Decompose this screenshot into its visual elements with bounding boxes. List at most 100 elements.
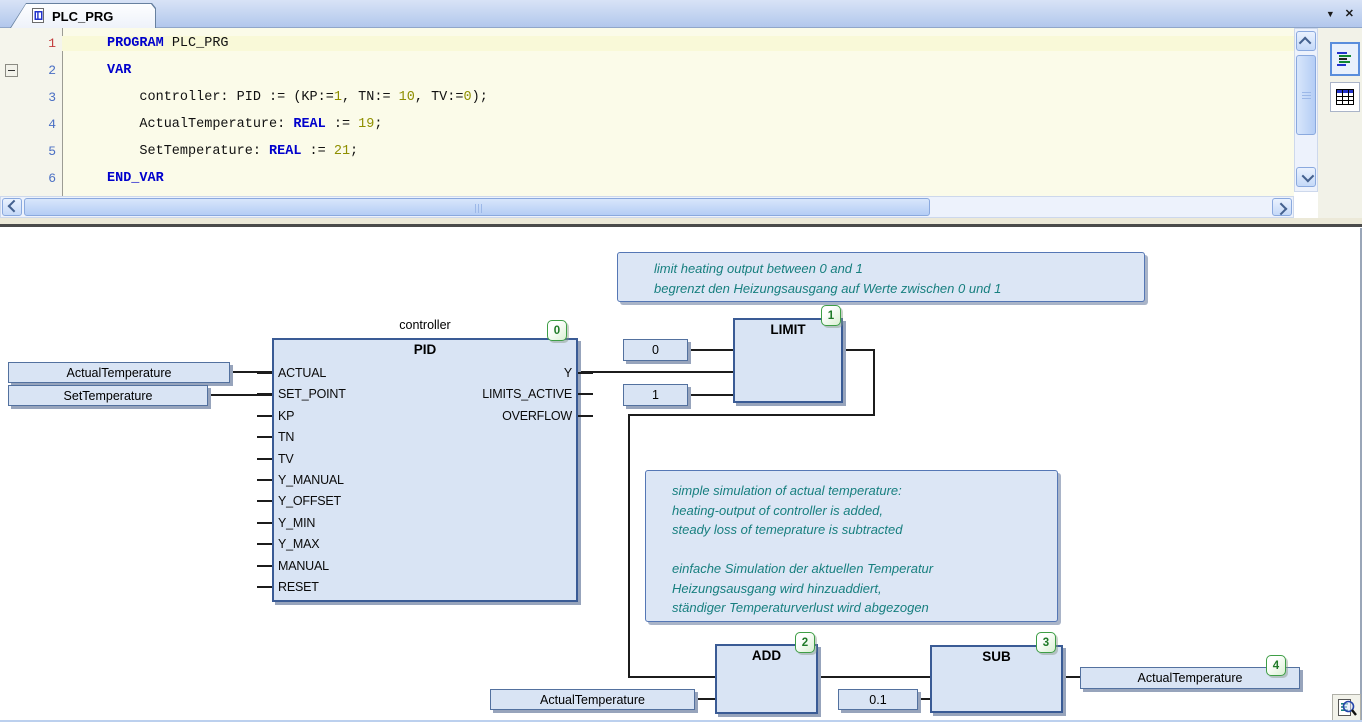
vertical-scrollbar[interactable] [1294, 28, 1318, 192]
const-box-0-1[interactable]: 0.1 [838, 689, 918, 710]
pid-pin-row: Y_MAX [274, 534, 576, 555]
exec-order-badge-2[interactable]: 2 [795, 632, 815, 653]
line-number[interactable]: 6 [22, 171, 62, 186]
wire-y-to-limit [578, 371, 733, 373]
collapse-minus-icon[interactable] [5, 64, 18, 77]
input-box-set-temperature[interactable]: SetTemperature [8, 385, 208, 406]
code-token: PLC_PRG [164, 36, 229, 51]
code-token: := [301, 144, 333, 159]
exec-order-badge-3[interactable]: 3 [1036, 632, 1056, 653]
tab-list-dropdown-icon[interactable]: ▼ [1326, 10, 1335, 19]
line-number[interactable]: 2 [22, 63, 62, 78]
const-box-1[interactable]: 1 [623, 384, 688, 406]
wire-const1-to-limit [688, 394, 733, 396]
pid-block[interactable]: PID ACTUALYSET_POINTLIMITS_ACTIVEKPOVERF… [272, 338, 578, 602]
output-pin-tick [578, 415, 593, 417]
pid-pins: ACTUALYSET_POINTLIMITS_ACTIVEKPOVERFLOWT… [274, 362, 576, 598]
pid-input-pin-label: RESET [278, 580, 319, 594]
pid-pin-row: ACTUALY [274, 362, 576, 383]
exec-order-badge-4[interactable]: 4 [1266, 655, 1286, 676]
const-box-0[interactable]: 0 [623, 339, 688, 361]
tab-plc-prg[interactable]: PLC_PRG [10, 3, 156, 28]
code-line-1[interactable]: 1PROGRAM PLC_PRG [0, 30, 1294, 57]
comment-line: simple simulation of actual temperature: [672, 481, 1049, 501]
comment-line: heating-output of controller is added, [672, 501, 1049, 521]
input-pin-tick [257, 522, 272, 524]
code-line-5[interactable]: 5 SetTemperature: REAL := 21; [0, 138, 1294, 165]
code-line-6[interactable]: 6 END_VAR [0, 165, 1294, 192]
code-token: controller: PID := (KP:= [107, 90, 334, 105]
input-pin-tick [257, 393, 272, 395]
input-box-actual-temperature[interactable]: ActualTemperature [8, 362, 230, 383]
scroll-left-button[interactable] [2, 198, 22, 216]
wire-feedback-v [628, 414, 630, 678]
chevron-up-icon [1298, 36, 1311, 49]
input-pin-tick [257, 415, 272, 417]
code-text[interactable]: controller: PID := (KP:=1, TN:= 10, TV:=… [62, 90, 1294, 105]
declaration-editor[interactable]: 1PROGRAM PLC_PRG2VAR3 controller: PID :=… [0, 28, 1294, 196]
line-number[interactable]: 3 [22, 90, 62, 105]
comment-simulation[interactable]: simple simulation of actual temperature:… [645, 470, 1058, 622]
input-pin-tick [257, 436, 272, 438]
code-text[interactable]: ActualTemperature: REAL := 19; [62, 117, 1294, 132]
code-token: SetTemperature: [107, 144, 269, 159]
textual-view-button[interactable] [1330, 42, 1360, 76]
sub-block[interactable]: SUB [930, 645, 1063, 713]
wire-const0-to-limit [688, 349, 733, 351]
pane-splitter[interactable] [0, 224, 1362, 227]
chevron-down-icon [1301, 169, 1314, 182]
input-pin-tick [257, 500, 272, 502]
code-line-4[interactable]: 4 ActualTemperature: REAL := 19; [0, 111, 1294, 138]
exec-order-badge-1[interactable]: 1 [821, 305, 841, 326]
comment-line [672, 540, 1049, 560]
comment-line: limit heating output between 0 and 1 [654, 259, 1136, 279]
code-token: 10 [399, 90, 415, 105]
horizontal-scrollbar[interactable] [0, 196, 1294, 218]
tab-bar: PLC_PRG ▼ ✕ [0, 0, 1362, 28]
tabular-view-button[interactable] [1330, 82, 1360, 112]
line-number[interactable]: 4 [22, 117, 62, 132]
input-box-actual-temperature-2[interactable]: ActualTemperature [490, 689, 695, 710]
code-token: := [326, 117, 358, 132]
code-line-3[interactable]: 3 controller: PID := (KP:=1, TN:= 10, TV… [0, 84, 1294, 111]
line-number[interactable]: 5 [22, 144, 62, 159]
comment-line: ständiger Temperaturverlust wird abgezog… [672, 598, 1049, 618]
input-pin-tick [257, 586, 272, 588]
add-block[interactable]: ADD [715, 644, 818, 714]
limit-block[interactable]: LIMIT [733, 318, 843, 403]
scroll-down-button[interactable] [1296, 167, 1316, 187]
code-token: END_VAR [107, 171, 164, 186]
pid-pin-row: Y_OFFSET [274, 491, 576, 512]
code-token: ; [374, 117, 382, 132]
fold-margin [0, 111, 22, 138]
code-token: 21 [334, 144, 350, 159]
vertical-scroll-thumb[interactable] [1296, 55, 1316, 135]
scroll-up-button[interactable] [1296, 31, 1316, 51]
code-line-2[interactable]: 2 VAR [0, 57, 1294, 84]
scroll-right-button[interactable] [1272, 198, 1292, 216]
zoom-button[interactable] [1332, 694, 1361, 721]
fold-margin [0, 84, 22, 111]
input-pin-tick [257, 458, 272, 460]
code-token: 0 [463, 90, 471, 105]
comment-limit[interactable]: limit heating output between 0 and 1begr… [617, 252, 1145, 302]
close-icon[interactable]: ✕ [1345, 9, 1354, 20]
pid-input-pin-label: KP [278, 409, 294, 423]
input-pin-tick [257, 479, 272, 481]
cfc-canvas[interactable]: limit heating output between 0 and 1begr… [0, 228, 1362, 722]
code-text[interactable]: SetTemperature: REAL := 21; [62, 144, 1294, 159]
code-text[interactable]: PROGRAM PLC_PRG [62, 36, 1294, 51]
fold-margin [0, 165, 22, 192]
code-token: ActualTemperature: [107, 117, 293, 132]
plc-editor-window: PLC_PRG ▼ ✕ 1PROGRAM PLC_PRG2VAR3 contro… [0, 0, 1362, 722]
exec-order-badge-0[interactable]: 0 [547, 320, 567, 341]
code-text[interactable]: VAR [62, 63, 1294, 78]
wire-to-add-top [628, 676, 715, 678]
comment-line: Heizungsausgang wird hinzuaddiert, [672, 579, 1049, 599]
output-pin-tick [578, 372, 593, 374]
horizontal-scroll-thumb[interactable] [24, 198, 930, 216]
code-text[interactable]: END_VAR [62, 171, 1294, 186]
line-number[interactable]: 1 [22, 36, 62, 51]
code-token: PROGRAM [107, 36, 164, 51]
code-token: VAR [107, 63, 131, 78]
